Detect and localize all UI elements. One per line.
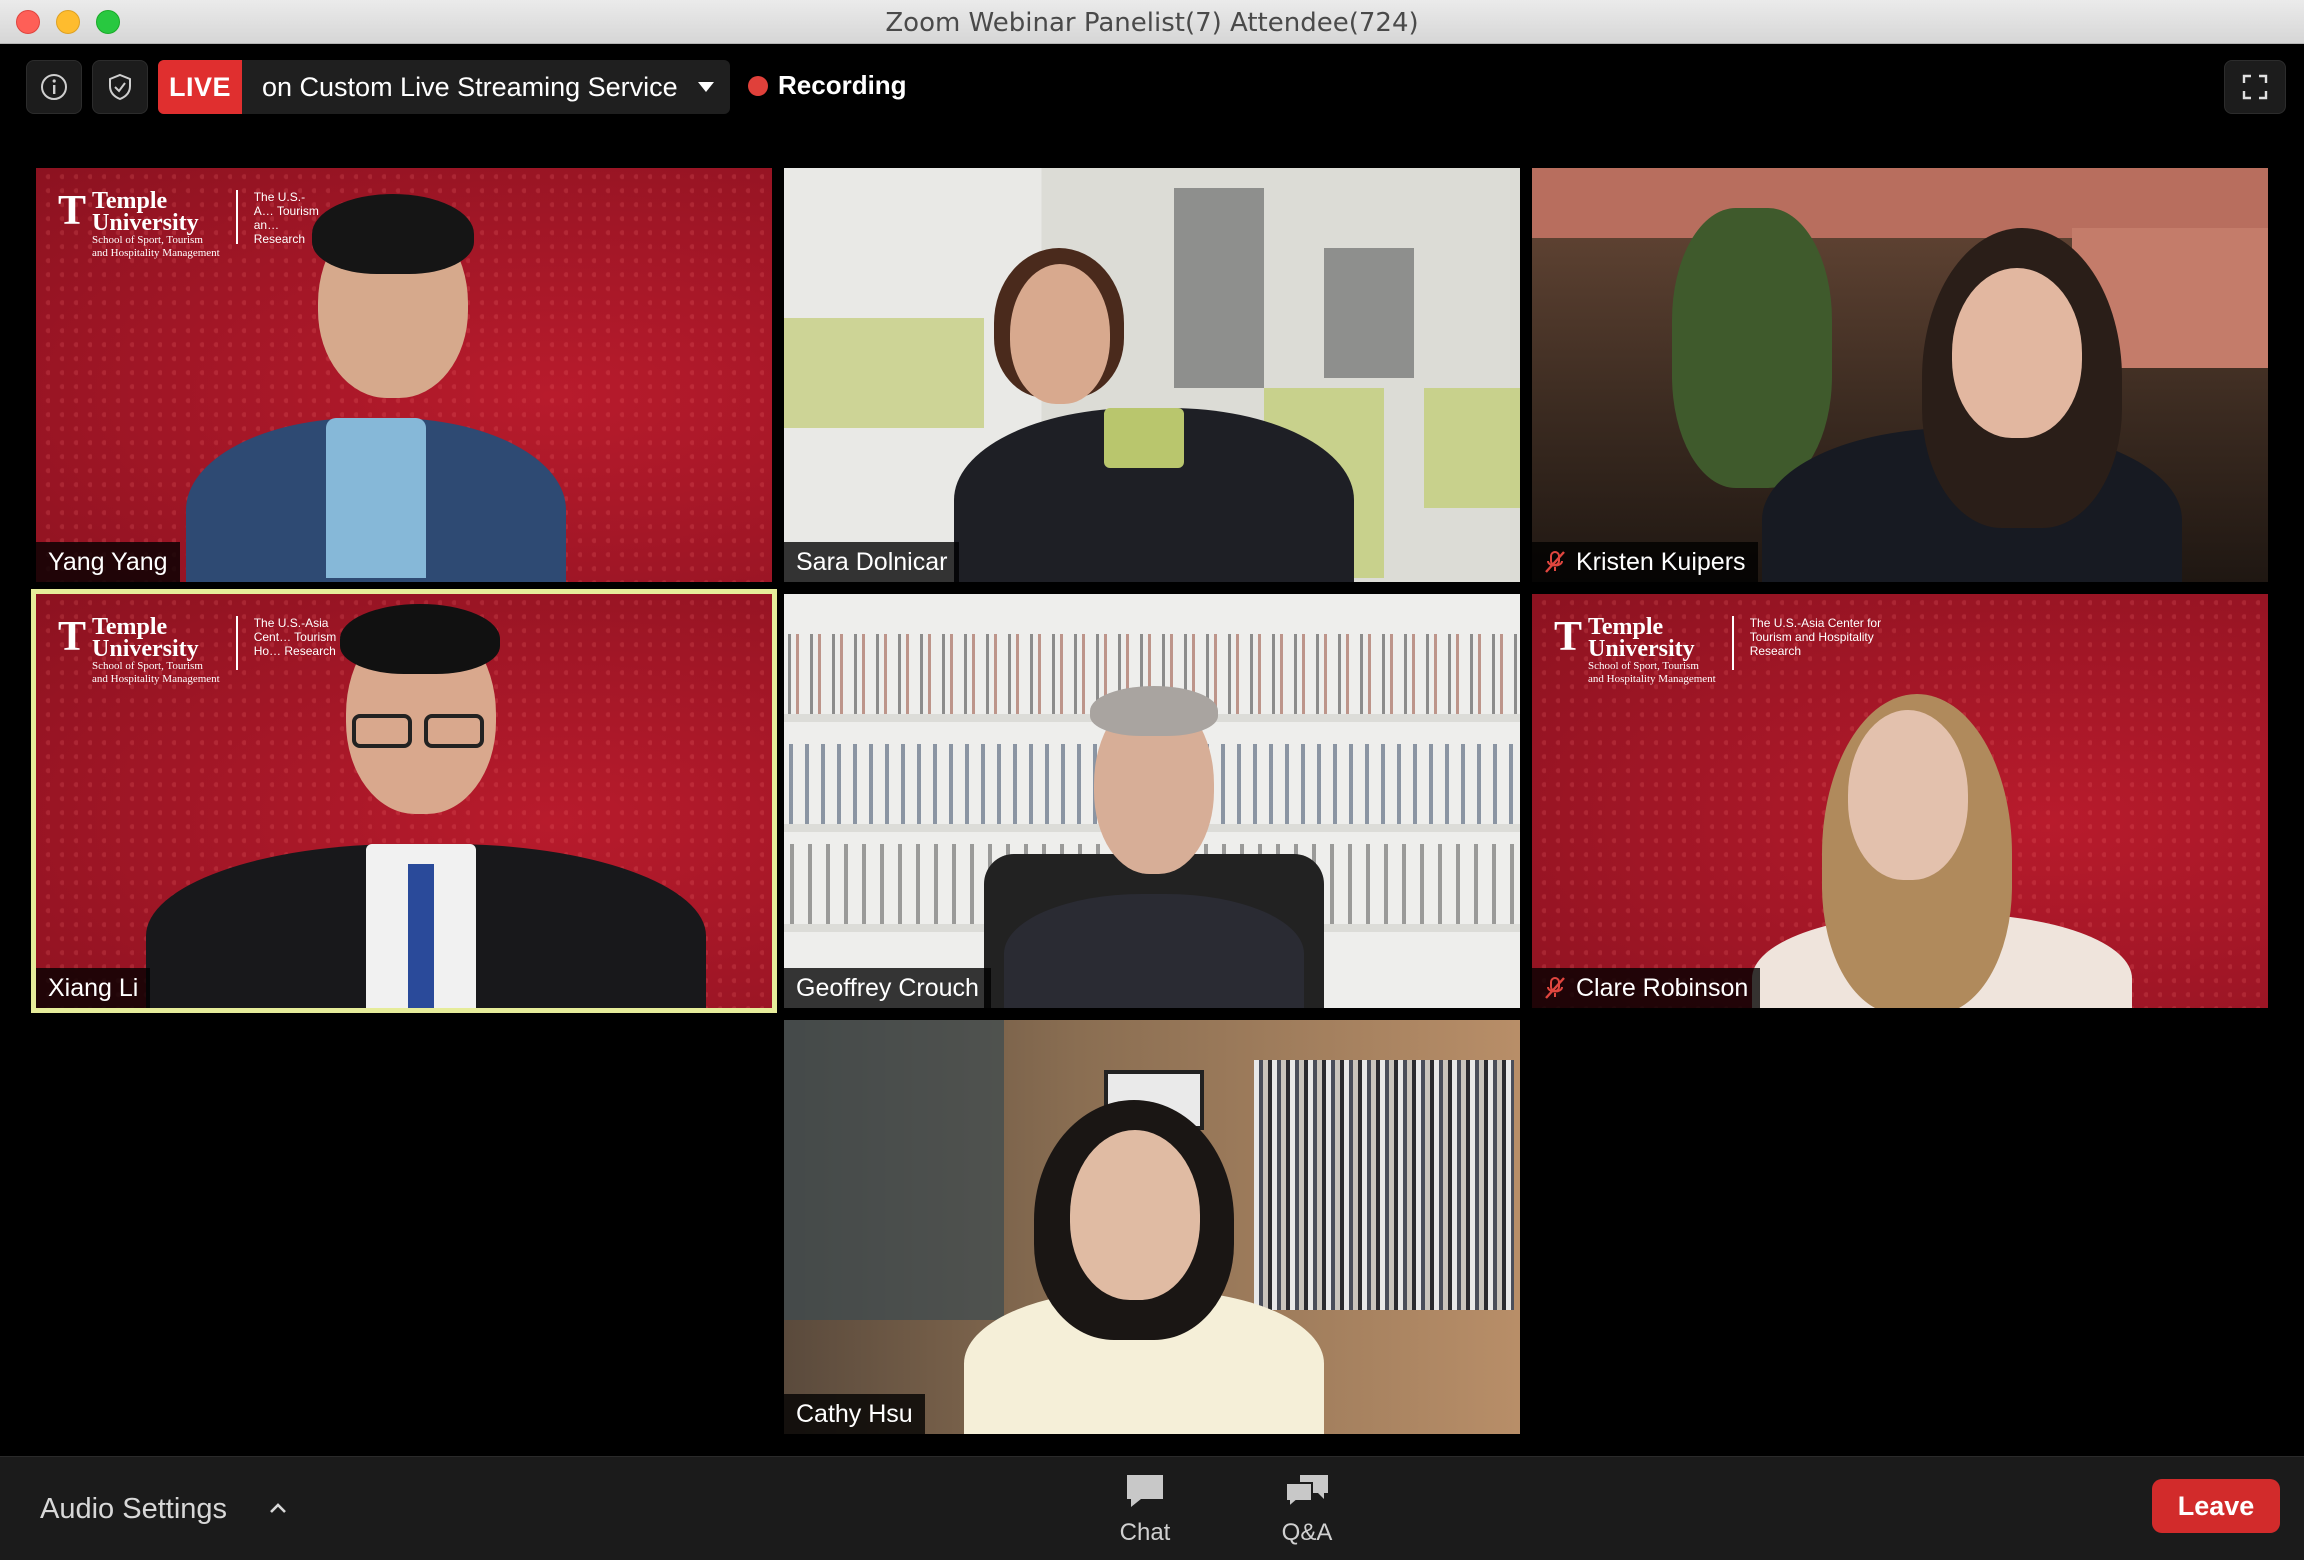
chat-bubble-icon: [1127, 1475, 1163, 1507]
participant-name-tag: Xiang Li: [36, 968, 151, 1008]
necktie: [408, 864, 434, 1008]
video-tile-kristen-kuipers[interactable]: Kristen Kuipers: [1532, 168, 2268, 582]
participant-name-tag: Sara Dolnicar: [784, 542, 960, 582]
recording-indicator[interactable]: Recording: [748, 70, 907, 101]
temple-logo: T Temple University School of Sport, Tou…: [58, 614, 360, 685]
chevron-down-icon: [698, 82, 714, 92]
live-stream-dropdown[interactable]: LIVE on Custom Live Streaming Service: [158, 60, 730, 114]
stream-service-label: on Custom Live Streaming Service: [262, 71, 678, 102]
video-tile-geoffrey-crouch[interactable]: Geoffrey Crouch: [784, 594, 1520, 1008]
chat-button[interactable]: Chat: [1090, 1471, 1200, 1547]
participant-name-tag: Yang Yang: [36, 542, 180, 582]
live-badge: LIVE: [158, 60, 242, 114]
temple-logo: T Temple University School of Sport, Tou…: [58, 188, 319, 259]
participant-name-tag: Cathy Hsu: [784, 1394, 925, 1434]
window-title-bar: Zoom Webinar Panelist(7) Attendee(724): [0, 0, 2304, 44]
chevron-up-icon[interactable]: [268, 1501, 288, 1515]
participant-head: [1952, 268, 2082, 438]
participant-head: [1848, 710, 1968, 880]
security-button[interactable]: [92, 60, 148, 114]
video-tile-clare-robinson[interactable]: T Temple University School of Sport, Tou…: [1532, 594, 2268, 1008]
participant-name-tag: Clare Robinson: [1532, 968, 1761, 1008]
window-title: Zoom Webinar Panelist(7) Attendee(724): [885, 8, 1419, 38]
recording-label: Recording: [778, 70, 907, 100]
plant: [1672, 208, 1832, 488]
shield-check-icon: [109, 73, 131, 101]
participant-name-tag: Geoffrey Crouch: [784, 968, 991, 1008]
fullscreen-icon: [2242, 74, 2268, 100]
eyeglasses: [352, 714, 412, 748]
microphone-muted-icon: [1544, 550, 1566, 574]
meeting-controls-bar: Audio Settings Chat Q&A Leave: [0, 1456, 2304, 1560]
meeting-info-button[interactable]: [26, 60, 82, 114]
participant-head: [1010, 264, 1110, 404]
video-tile-yang-yang[interactable]: T Temple University School of Sport, Tou…: [36, 168, 772, 582]
participant-name-tag: Kristen Kuipers: [1532, 542, 1758, 582]
video-tile-xiang-li[interactable]: T Temple University School of Sport, Tou…: [31, 589, 777, 1013]
qa-button[interactable]: Q&A: [1252, 1471, 1362, 1547]
video-tile-sara-dolnicar[interactable]: Sara Dolnicar: [784, 168, 1520, 582]
qa-label: Q&A: [1281, 1519, 1333, 1546]
bookshelf: [1254, 1060, 1514, 1310]
participant-head: [1070, 1130, 1200, 1300]
info-icon: [41, 74, 67, 100]
fullscreen-button[interactable]: [2224, 60, 2286, 114]
participant-body: [1004, 894, 1304, 1008]
qa-bubbles-icon: [1285, 1475, 1328, 1510]
leave-button[interactable]: Leave: [2152, 1479, 2280, 1533]
chat-label: Chat: [1119, 1519, 1171, 1546]
temple-logo: T Temple University School of Sport, Tou…: [1554, 614, 1882, 685]
audio-settings-button[interactable]: Audio Settings: [40, 1493, 227, 1526]
microphone-muted-icon: [1544, 976, 1566, 1000]
recording-dot-icon: [748, 75, 768, 96]
video-tile-cathy-hsu[interactable]: Cathy Hsu: [784, 1020, 1520, 1434]
